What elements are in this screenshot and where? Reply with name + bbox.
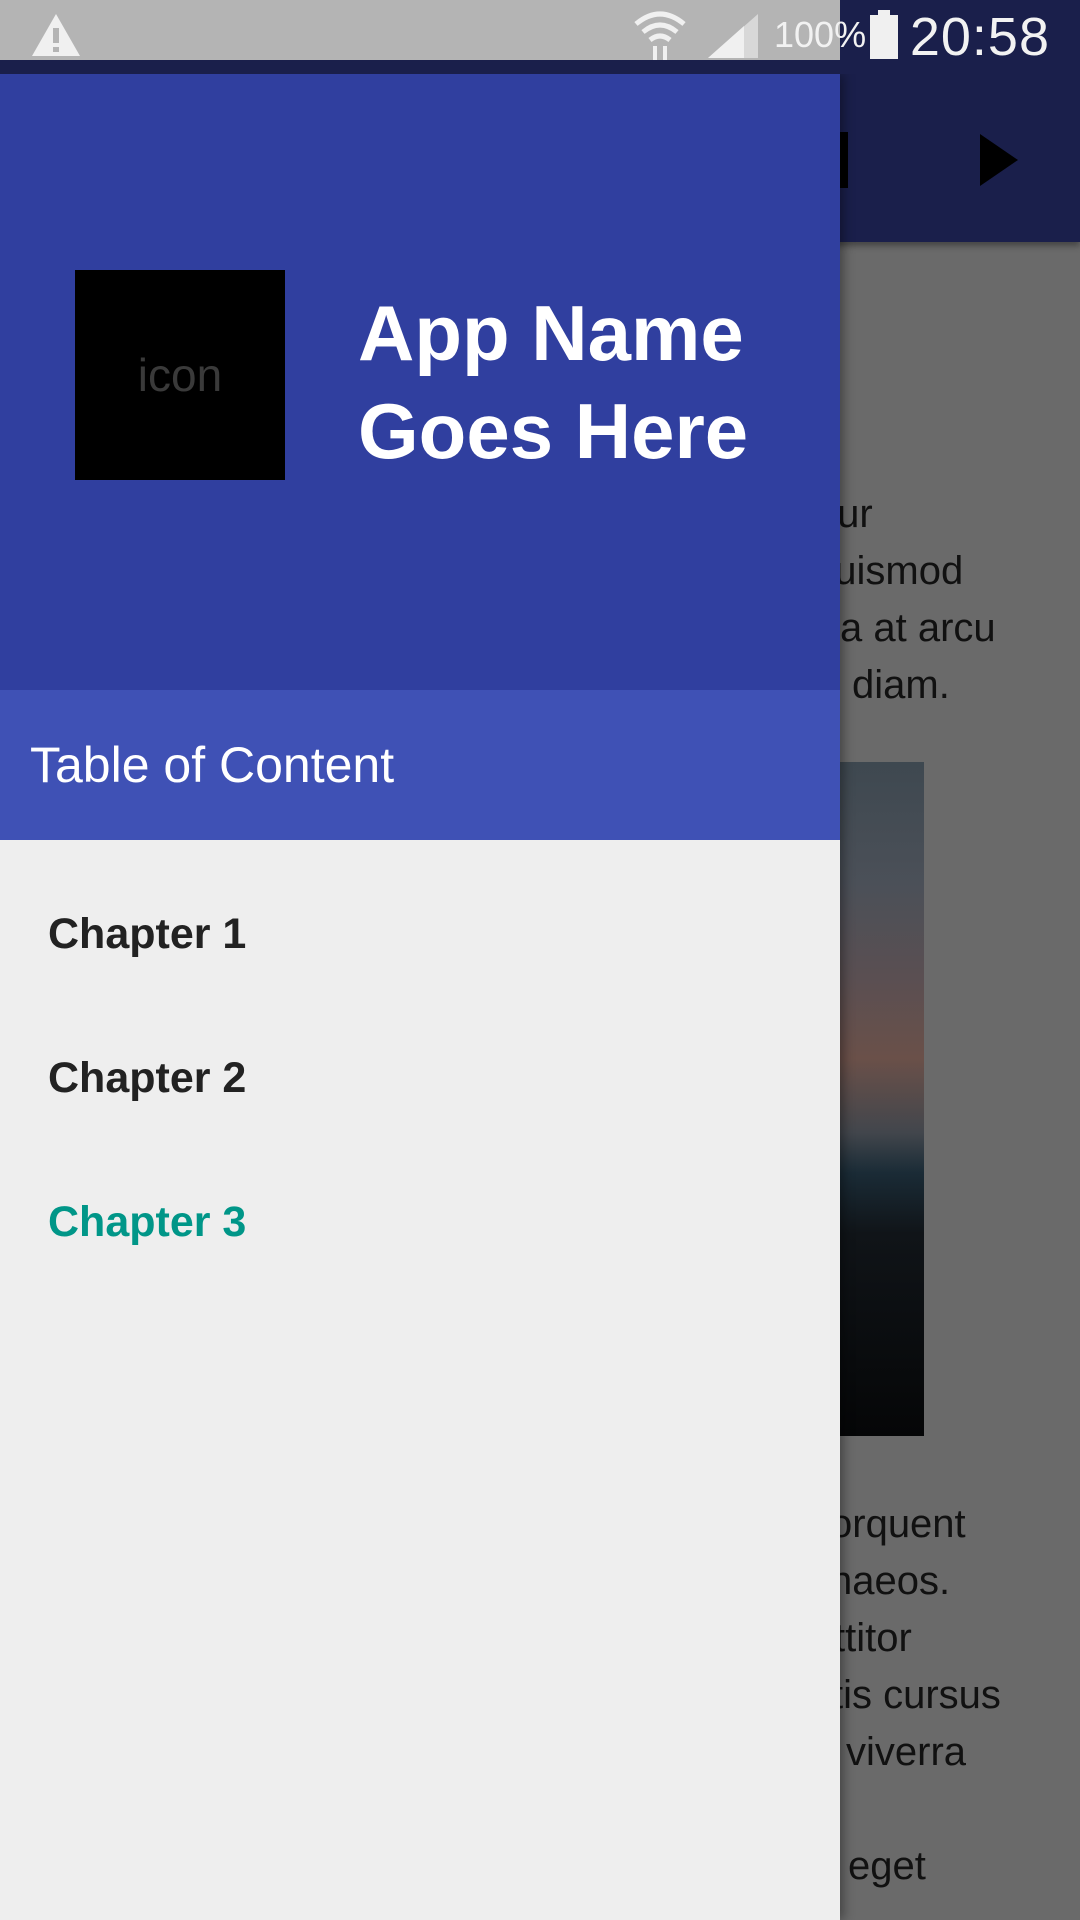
app-name-line-1: App Name (358, 289, 744, 377)
content-line: viverra (846, 1730, 967, 1774)
content-line: diam. (852, 663, 950, 707)
chapter-list: Chapter 1 Chapter 2 Chapter 3 (0, 840, 840, 1294)
battery-icon (870, 10, 898, 59)
toc-title: Table of Content (30, 737, 395, 793)
content-line: tur (826, 492, 873, 536)
signal-icon (708, 14, 758, 58)
app-name: App Name Goes Here (358, 284, 818, 480)
chapter-item-2[interactable]: Chapter 2 (0, 1006, 840, 1150)
app-icon: icon (75, 270, 285, 480)
drawer-header: icon App Name Goes Here (0, 74, 840, 690)
wifi-icon (634, 11, 686, 60)
content-line: euismod (812, 549, 964, 593)
chapter-item-3[interactable]: Chapter 3 (0, 1150, 840, 1294)
status-bar: 100% 20:58 (0, 0, 1080, 74)
content-line: naeos. (830, 1559, 951, 1603)
app-icon-placeholder-text: icon (137, 349, 223, 401)
next-chapter-icon[interactable] (976, 132, 1022, 188)
warning-icon (32, 14, 80, 56)
chapter-item-1[interactable]: Chapter 1 (0, 862, 840, 1006)
battery-percent: 100% (774, 14, 867, 55)
content-line (830, 1781, 1080, 1838)
toc-section-header: Table of Content (0, 690, 840, 840)
clock: 20:58 (909, 7, 1050, 67)
content-line: eget (848, 1844, 926, 1888)
navigation-drawer[interactable]: icon App Name Goes Here Table of Content… (0, 74, 840, 1920)
content-line: a at arcu (840, 606, 996, 650)
content-line: ttitor (834, 1616, 912, 1660)
content-line: tis cursus (832, 1673, 1001, 1717)
app-name-line-2: Goes Here (358, 387, 749, 475)
content-line: orquent (830, 1502, 966, 1546)
